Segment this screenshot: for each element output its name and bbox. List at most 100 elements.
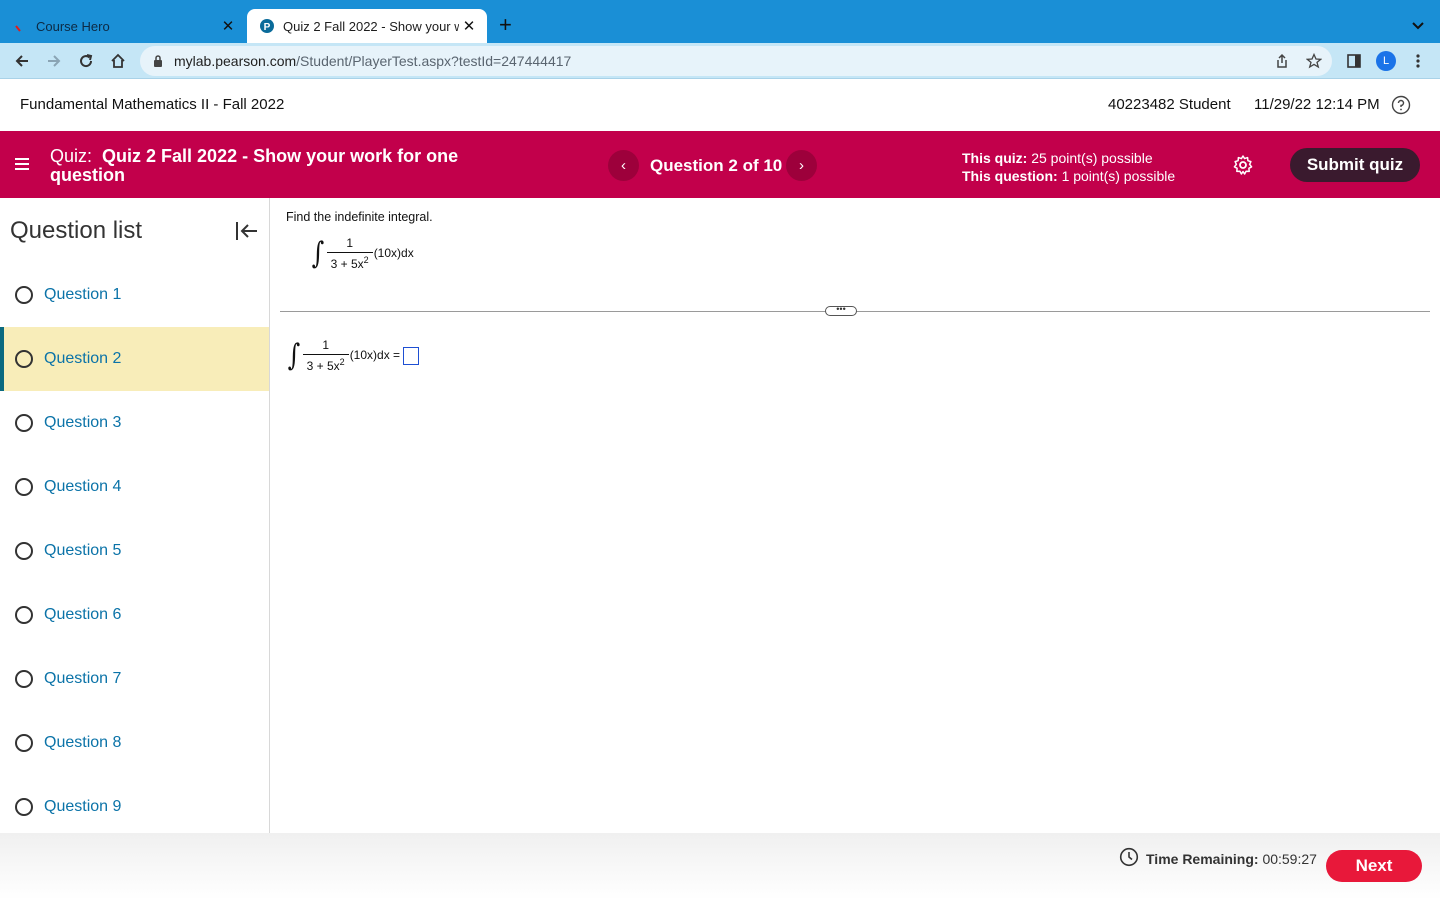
status-circle-icon [15,606,33,624]
hamburger-menu-icon[interactable] [13,155,31,173]
question-list-item-5[interactable]: Question 5 [0,519,269,583]
question-points-value: 1 point(s) possible [1061,168,1176,184]
submit-quiz-button[interactable]: Submit quiz [1290,148,1420,182]
status-circle-icon [15,286,33,304]
forward-arrow-icon[interactable] [44,51,64,71]
close-icon[interactable]: ✕ [459,17,479,35]
pearson-favicon-icon: P [259,18,275,34]
status-circle-icon [15,414,33,432]
integral-sign: ∫ [311,235,325,271]
close-icon[interactable]: ✕ [218,17,238,35]
question-points: This question: 1 point(s) possible [962,167,1175,185]
back-arrow-icon[interactable] [12,51,32,71]
fraction: 1 3 + 5x2 [302,338,349,373]
points-info: This quiz: 25 point(s) possible This que… [962,149,1175,185]
question-position: Question 2 of 10 [650,156,783,175]
lock-icon [152,54,164,73]
status-circle-icon [15,542,33,560]
question-list-label: Question 1 [44,286,122,303]
integral-sign: ∫ [287,337,301,373]
question-list-item-6[interactable]: Question 6 [0,583,269,647]
new-tab-button[interactable]: + [499,14,512,36]
help-icon[interactable] [1391,95,1411,115]
question-points-label: This question: [962,168,1058,184]
question-list-label: Question 3 [44,414,122,431]
question-list-label: Question 9 [44,798,122,815]
fraction-numerator: 1 [322,338,329,352]
denominator-base: 3 + 5x [330,257,364,271]
fraction-denominator: 3 + 5x2 [302,354,349,373]
footer-bar: Time Remaining: 00:59:27 Next [0,833,1440,900]
question-integral: ∫ 1 3 + 5x2 (10x)dx [310,236,414,271]
course-hero-favicon-icon [12,18,28,34]
side-panel-icon[interactable] [1344,51,1364,71]
status-circle-icon [15,798,33,816]
quiz-title: Quiz: Quiz 2 Fall 2022 - Show your work … [50,147,500,185]
collapse-sidebar-icon[interactable] [234,219,260,243]
fraction-numerator: 1 [346,236,353,250]
kebab-menu-icon[interactable] [1408,51,1428,71]
answer-input[interactable] [403,346,420,365]
question-prompt: Find the indefinite integral. [286,210,433,224]
question-list-label: Question 6 [44,606,122,623]
course-header: Fundamental Mathematics II - Fall 2022 4… [0,80,1440,131]
reload-icon[interactable] [76,51,96,71]
quiz-title-label: Quiz: [50,146,93,166]
current-datetime: 11/29/22 12:14 PM [1254,96,1380,113]
previous-question-button[interactable]: ‹ [608,150,639,181]
quiz-bar: Quiz: Quiz 2 Fall 2022 - Show your work … [0,131,1440,198]
question-list-label: Question 7 [44,670,122,687]
share-icon[interactable] [1274,53,1290,69]
home-icon[interactable] [108,51,128,71]
next-button[interactable]: Next [1326,850,1422,882]
quiz-points-value: 25 point(s) possible [1031,150,1153,166]
quiz-points: This quiz: 25 point(s) possible [962,149,1175,167]
question-list-label: Question 4 [44,478,122,495]
question-list-item-9[interactable]: Question 9 [0,775,269,833]
chevron-down-icon[interactable] [1412,17,1424,35]
question-list-item-1[interactable]: Question 1 [0,263,269,327]
fraction-denominator: 3 + 5x2 [326,252,373,271]
integrand-tail: (10x)dx [373,245,414,260]
status-circle-icon [15,478,33,496]
question-list-item-2[interactable]: Question 2 [0,327,269,391]
browser-toolbar: mylab.pearson.com/Student/PlayerTest.asp… [0,43,1440,79]
profile-avatar[interactable]: L [1376,51,1396,71]
next-question-button[interactable]: › [786,150,817,181]
tab-quiz[interactable]: P Quiz 2 Fall 2022 - Show your w ✕ [247,9,487,43]
time-remaining-label: Time Remaining: [1146,851,1259,867]
browser-tab-bar: Course Hero ✕ P Quiz 2 Fall 2022 - Show … [0,0,1440,43]
answer-tail: (10x)dx = [349,347,401,362]
question-list-label: Question 5 [44,542,122,559]
user-name: 40223482 Student [1108,96,1231,113]
sidebar-title: Question list [10,217,143,244]
question-list-label: Question 8 [44,734,122,751]
svg-text:P: P [264,22,271,33]
question-list-item-3[interactable]: Question 3 [0,391,269,455]
question-list-label: Question 2 [44,350,122,367]
quiz-title-name: Quiz 2 Fall 2022 - Show your work for on… [50,146,459,185]
question-list-item-7[interactable]: Question 7 [0,647,269,711]
gear-icon[interactable] [1232,154,1254,176]
status-circle-icon [15,350,33,368]
tab-label: Course Hero [36,18,110,34]
question-list-sidebar: Question list Question 1 Question 2 Ques… [0,198,270,833]
question-area: Find the indefinite integral. ∫ 1 3 + 5x… [270,198,1440,833]
quiz-points-label: This quiz: [962,150,1028,166]
url-text: mylab.pearson.com/Student/PlayerTest.asp… [174,53,571,69]
clock-icon [1119,847,1139,867]
answer-integral: ∫ 1 3 + 5x2 (10x)dx = [286,337,420,373]
question-list-item-4[interactable]: Question 4 [0,455,269,519]
course-title: Fundamental Mathematics II - Fall 2022 [20,96,285,113]
resize-handle[interactable]: ••• [825,305,857,316]
question-list-item-8[interactable]: Question 8 [0,711,269,775]
url-path: /Student/PlayerTest.aspx?testId=24744441… [296,53,572,69]
denominator-exponent: 2 [363,255,369,265]
time-remaining: Time Remaining: 00:59:27 [1146,851,1317,867]
status-circle-icon [15,734,33,752]
address-bar[interactable]: mylab.pearson.com/Student/PlayerTest.asp… [140,46,1332,76]
tab-course-hero[interactable]: Course Hero ✕ [0,9,246,43]
url-host: mylab.pearson.com [174,53,297,69]
denominator-exponent: 2 [339,357,345,367]
bookmark-star-icon[interactable] [1305,52,1323,69]
